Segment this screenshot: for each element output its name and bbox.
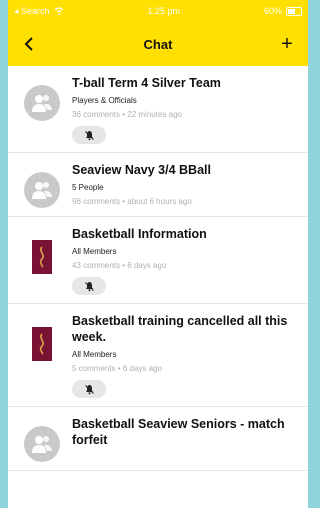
chat-title: Basketball training cancelled all this w… [72,314,288,344]
avatar-column [18,162,66,208]
battery-label: 60% [263,6,282,16]
chat-audience: All Members [72,350,117,359]
add-chat-button[interactable]: + [274,31,300,57]
club-logo-icon [32,327,52,361]
chat-audience: All Members [72,247,117,256]
wifi-icon [54,7,63,15]
nav-bar: Chat + [8,22,308,66]
avatar [24,426,60,462]
chat-list-item[interactable]: T-ball Term 4 Silver Team Players & Offic… [8,66,308,153]
avatar-column [18,226,66,295]
chat-list-item[interactable]: Basketball Seaview Seniors - match forfe… [8,407,308,471]
chat-content: Basketball Seaview Seniors - match forfe… [66,416,298,462]
chat-meta: 96 comments • about 6 hours ago [72,197,192,206]
avatar-column [18,313,66,398]
back-button[interactable] [16,31,42,57]
battery-icon [286,6,302,16]
status-left: ◂ Search [14,6,64,17]
chat-title: Basketball Seaview Seniors - match forfe… [72,417,285,447]
chat-meta: 43 comments • 6 days ago [72,261,167,270]
status-bar: ◂ Search 1:25 pm 60% [8,0,308,22]
bell-muted-icon [84,281,94,291]
club-logo-icon [32,240,52,274]
chat-list-item[interactable]: Seaview Navy 3/4 BBall 5 People 96 comment… [8,153,308,217]
chat-content: Basketball training cancelled all this w… [66,313,298,398]
chat-content: Basketball Information All Members 43 comm… [66,226,298,295]
group-person-icon [32,436,52,453]
chat-title: Basketball Information [72,227,207,241]
group-person-icon [32,182,52,199]
phone-screen: ◂ Search 1:25 pm 60% Chat + T-ball Term … [8,0,308,508]
chat-content: Seaview Navy 3/4 BBall 5 People 96 comment… [66,162,298,208]
avatar [24,172,60,208]
status-time: 1:25 pm [147,6,181,16]
chat-meta: 36 comments • 22 minutes ago [72,110,182,119]
mute-toggle-button[interactable] [72,277,106,295]
avatar-column [18,416,66,462]
bell-muted-icon [84,130,94,140]
chevron-left-icon [24,37,33,51]
chat-content: T-ball Term 4 Silver Team Players & Offic… [66,75,298,144]
page-title: Chat [143,36,173,52]
chat-meta: 5 comments • 6 days ago [72,364,162,373]
chat-list: T-ball Term 4 Silver Team Players & Offic… [8,66,308,471]
chat-audience: Players & Officials [72,96,137,105]
chat-list-item[interactable]: Basketball Information All Members 43 comm… [8,217,308,304]
avatar-column [18,75,66,144]
carrier-label: ◂ Search [14,5,50,16]
chat-list-item[interactable]: Basketball training cancelled all this w… [8,304,308,407]
mute-toggle-button[interactable] [72,126,106,144]
avatar [24,85,60,121]
chat-title: Seaview Navy 3/4 BBall [72,163,211,177]
status-right: 60% [264,6,302,16]
group-person-icon [32,95,52,112]
bell-muted-icon [84,384,94,394]
chat-title: T-ball Term 4 Silver Team [72,76,221,90]
chat-audience: 5 People [72,183,104,192]
mute-toggle-button[interactable] [72,380,106,398]
